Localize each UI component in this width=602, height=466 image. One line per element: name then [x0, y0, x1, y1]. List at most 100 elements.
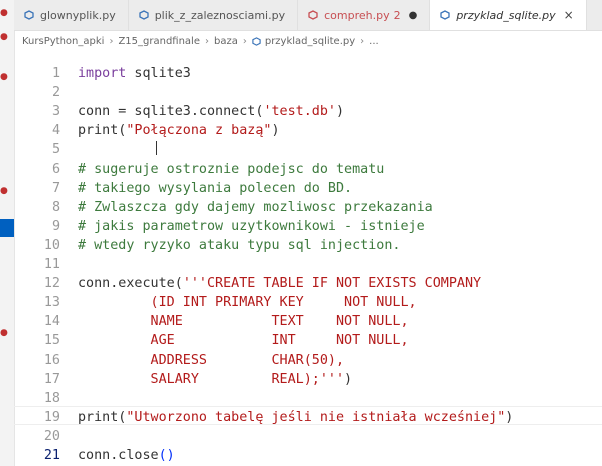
problem-count-badge: 2: [393, 8, 401, 22]
line-number: 7: [51, 180, 60, 196]
line-number: 13: [43, 295, 60, 311]
code-token: conn.close: [78, 448, 159, 463]
code-line[interactable]: 14 NAME TEXT NOT NULL,: [14, 312, 409, 331]
code-token: (): [158, 448, 175, 463]
code-line[interactable]: 13 (ID INT PRIMARY KEY NOT NULL,: [14, 293, 417, 312]
code-token: conn.execute(: [78, 276, 183, 292]
error-marker: ●: [0, 328, 8, 338]
code-text: ADDRESS CHAR(50),: [78, 352, 345, 368]
code-token: "Utworzono tabelę jeśli nie istniała wcz…: [126, 409, 506, 425]
code-token: print(: [78, 123, 127, 139]
code-text: conn.close(): [78, 448, 175, 463]
code-line[interactable]: 15 AGE INT NOT NULL,: [14, 331, 409, 350]
line-number: 10: [43, 237, 60, 253]
code-line[interactable]: 11: [14, 255, 78, 274]
code-token: '''CREATE TABLE IF NOT EXISTS COMPANY: [182, 276, 482, 292]
code-token: # jakis parametrow uzytkownikowi - istni…: [78, 218, 425, 234]
line-number: 9: [51, 218, 60, 234]
line-number: 2: [51, 85, 60, 101]
line-number: 3: [51, 104, 60, 120]
code-line[interactable]: 19 print("Utworzono tabelę jeśli nie istn…: [14, 408, 513, 427]
line-number: 18: [43, 390, 60, 406]
code-token: # takiego wysylania polecen do BD.: [78, 180, 353, 196]
code-line[interactable]: 1 import sqlite3: [14, 64, 191, 83]
code-text: conn = sqlite3.connect('test.db'): [78, 104, 344, 119]
breadcrumb-item[interactable]: Z15_grandfinale: [118, 36, 200, 47]
line-number: 5: [51, 142, 60, 158]
line-number: 8: [51, 199, 60, 215]
code-token: ): [336, 104, 345, 120]
code-token: (ID INT PRIMARY KEY NOT NULL,: [78, 295, 417, 311]
code-token: AGE INT NOT NULL,: [78, 333, 409, 349]
code-line[interactable]: 7 # takiego wysylania polecen do BD.: [14, 179, 352, 198]
code-line[interactable]: 4 print("Połączona z bazą"): [14, 121, 280, 140]
code-line[interactable]: 21 conn.close(): [14, 446, 175, 465]
code-line[interactable]: 2: [14, 83, 78, 102]
code-line[interactable]: 12 conn.execute('''CREATE TABLE IF NOT EX…: [14, 274, 481, 293]
error-marker: ●: [0, 186, 8, 196]
code-text: # jakis parametrow uzytkownikowi - istni…: [78, 219, 425, 234]
code-line[interactable]: 3 conn = sqlite3.connect('test.db'): [14, 102, 344, 121]
code-line[interactable]: 17 SALARY REAL);'''): [14, 370, 352, 389]
code-token: ADDRESS CHAR(50),: [78, 352, 345, 368]
code-line[interactable]: 8 # Zwlaszcza gdy dajemy mozliwosc przeka…: [14, 198, 433, 217]
tab-compreh[interactable]: compreh.py 2 ●: [298, 0, 431, 30]
tab-label: plik_z_zaleznosciami.py: [154, 8, 286, 22]
python-file-icon: [440, 10, 450, 20]
code-line[interactable]: 10 # wtedy ryzyko ataku typu sql injectio…: [14, 236, 401, 255]
code-text: print("Utworzono tabelę jeśli nie istnia…: [78, 410, 513, 425]
code-text: conn.execute('''CREATE TABLE IF NOT EXIS…: [78, 276, 481, 291]
code-line[interactable]: 20: [14, 427, 78, 446]
code-token: ): [271, 123, 280, 139]
close-icon[interactable]: ×: [564, 8, 574, 22]
code-token: conn = sqlite3.connect(: [78, 104, 264, 120]
code-line[interactable]: 16 ADDRESS CHAR(50),: [14, 351, 344, 370]
unsaved-dot-icon[interactable]: ●: [409, 10, 418, 21]
breadcrumb-item[interactable]: ...: [369, 36, 379, 47]
error-marker: ●: [0, 8, 8, 18]
tab-label: przyklad_sqlite.py: [456, 8, 556, 22]
tab-label: glownyplik.py: [40, 8, 116, 22]
line-number: 15: [43, 333, 60, 349]
code-token: print(: [78, 409, 127, 425]
code-text: SALARY REAL);'''): [78, 371, 353, 387]
code-token: NAME TEXT NOT NULL,: [78, 314, 409, 330]
breadcrumb-item[interactable]: przyklad_sqlite.py: [265, 36, 355, 47]
tab-plik-z-zaleznosciami[interactable]: plik_z_zaleznosciami.py: [129, 0, 299, 30]
activity-strip: ● ● ● ● ●: [0, 0, 15, 466]
code-text: (ID INT PRIMARY KEY NOT NULL,: [78, 295, 417, 310]
line-number: 19: [43, 409, 60, 425]
tab-glownyplik[interactable]: glownyplik.py: [14, 0, 129, 30]
code-token: 'test.db': [263, 104, 336, 120]
tab-label: compreh.py: [324, 8, 390, 22]
line-number: 11: [43, 257, 60, 272]
code-text: NAME TEXT NOT NULL,: [78, 314, 409, 329]
code-text: # Zwlaszcza gdy dajemy mozliwosc przekaz…: [78, 200, 433, 215]
python-file-icon: [24, 10, 34, 20]
code-line[interactable]: 18: [14, 389, 78, 408]
code-token: import: [78, 66, 127, 81]
code-token: # wtedy ryzyko ataku typu sql injection.: [78, 237, 401, 253]
code-token: ): [344, 371, 353, 387]
code-line[interactable]: 9 # jakis parametrow uzytkownikowi - istn…: [14, 217, 425, 236]
breadcrumb: KursPython_apki › Z15_grandfinale › baza…: [14, 30, 602, 52]
line-number: 20: [43, 428, 60, 444]
code-text: # takiego wysylania polecen do BD.: [78, 181, 352, 196]
code-text: # sugeruje ostroznie podejsc do tematu: [78, 162, 384, 177]
code-token: SALARY REAL);''': [78, 371, 345, 387]
code-line[interactable]: 6 # sugeruje ostroznie podejsc do tematu: [14, 160, 384, 179]
line-number: 1: [51, 66, 60, 81]
line-number: 17: [43, 371, 60, 387]
code-text: # wtedy ryzyko ataku typu sql injection.: [78, 238, 400, 253]
python-file-icon: [252, 36, 261, 46]
breadcrumb-item[interactable]: KursPython_apki: [22, 36, 104, 47]
line-number: 12: [43, 276, 60, 292]
code-text: print("Połączona z bazą"): [78, 123, 280, 138]
breadcrumb-item[interactable]: baza: [214, 36, 238, 47]
code-token: "Połączona z bazą": [126, 123, 272, 139]
tab-przyklad-sqlite[interactable]: przyklad_sqlite.py ×: [430, 0, 587, 30]
code-editor[interactable]: 1 import sqlite3 2 3 conn = sqlite3.connect(…: [14, 52, 602, 466]
python-file-icon: [139, 10, 149, 20]
chevron-right-icon: ›: [109, 35, 114, 47]
code-line[interactable]: 5: [14, 140, 78, 159]
